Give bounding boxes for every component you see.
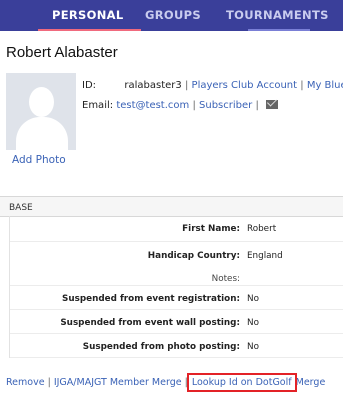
my-blueg-link[interactable]: My BlueG (307, 80, 343, 91)
tab-groups[interactable]: GROUPS (145, 8, 201, 22)
base-fields-table: First Name: Robert Handicap Country: Eng… (9, 216, 343, 358)
avatar[interactable] (6, 73, 76, 150)
email-link[interactable]: test@test.com (116, 100, 189, 111)
envelope-icon[interactable] (266, 100, 279, 109)
base-section-title: BASE (9, 203, 33, 213)
players-club-account-link[interactable]: Players Club Account (192, 80, 298, 91)
base-section-header (0, 197, 343, 216)
separator: | (300, 80, 304, 91)
id-label: ID: (82, 80, 97, 91)
field-label-notes: Notes: (211, 274, 240, 284)
field-label-suspended-wall: Suspended from event wall posting: (60, 318, 240, 328)
subscriber-link[interactable]: Subscriber (199, 100, 252, 111)
member-merge-link[interactable]: IJGA/MAJGT Member Merge (54, 377, 182, 388)
email-label: Email: (82, 100, 114, 111)
tab-personal-underline (38, 29, 141, 31)
top-nav: PERSONAL GROUPS TOURNAMENTS (0, 0, 343, 31)
profile-name: Robert Alabaster (6, 44, 118, 61)
table-row: Suspended from event registration: No (10, 286, 343, 310)
table-row: Suspended from photo posting: No (10, 334, 343, 358)
field-value-first-name: Robert (247, 224, 277, 234)
email-line: Email: test@test.com | Subscriber | (82, 100, 279, 111)
field-label-suspended-registration: Suspended from event registration: (62, 294, 240, 304)
id-value: ralabaster3 (124, 80, 182, 91)
field-label-suspended-photo: Suspended from photo posting: (82, 342, 240, 352)
field-value-suspended-wall: No (247, 318, 259, 328)
merge-link[interactable]: Merge (296, 377, 326, 388)
field-value-suspended-photo: No (247, 342, 259, 352)
tab-personal[interactable]: PERSONAL (52, 8, 123, 22)
add-photo-link[interactable]: Add Photo (12, 154, 66, 166)
tab-tournaments-underline (248, 29, 310, 31)
table-row: Notes: (10, 266, 343, 286)
separator: | (192, 100, 196, 111)
avatar-head-shape (29, 87, 54, 117)
field-label-first-name: First Name: (182, 224, 240, 234)
separator: | (184, 80, 189, 91)
tab-tournaments[interactable]: TOURNAMENTS (226, 8, 329, 22)
footer-actions: Remove | IJGA/MAJGT Member Merge | Looku… (6, 373, 326, 392)
table-row: First Name: Robert (10, 216, 343, 242)
remove-link[interactable]: Remove (6, 377, 45, 388)
table-row: Suspended from event wall posting: No (10, 310, 343, 334)
field-label-handicap-country: Handicap Country: (147, 251, 240, 261)
field-value-handicap-country: England (247, 251, 283, 261)
lookup-id-dotgolf-link[interactable]: Lookup Id on DotGolf (186, 373, 297, 392)
field-value-suspended-registration: No (247, 294, 259, 304)
separator: | (184, 377, 188, 388)
avatar-body-shape (16, 117, 68, 150)
separator: | (255, 100, 259, 111)
separator: | (47, 377, 51, 388)
table-row: Handicap Country: England (10, 242, 343, 266)
id-line: ID: ralabaster3 | Players Club Account |… (82, 80, 343, 91)
